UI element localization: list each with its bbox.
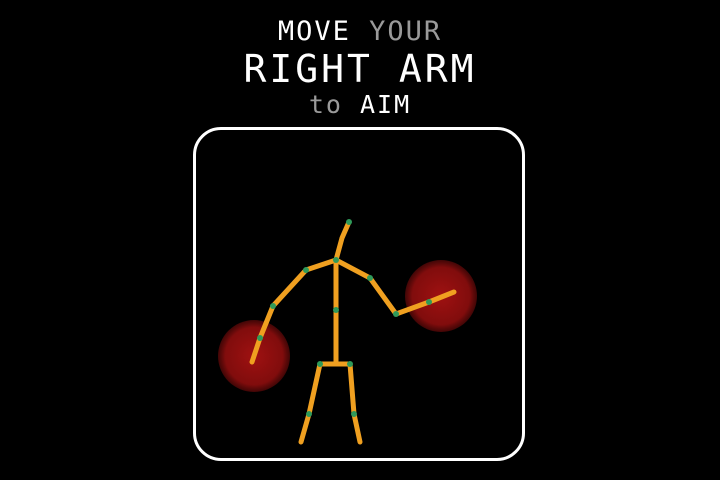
right-leg-bone xyxy=(347,361,363,445)
instruction-aim: AIM xyxy=(360,90,412,119)
neck-joint xyxy=(333,257,339,263)
skeleton-preview-panel xyxy=(193,127,525,461)
instruction-move: MOVE xyxy=(277,16,351,47)
instruction-line-2: RIGHT ARM xyxy=(0,50,720,88)
right-shoulder-joint xyxy=(367,275,373,281)
left-leg-bone xyxy=(298,361,323,445)
left-shoulder-joint xyxy=(303,267,309,273)
neck-bone xyxy=(333,219,352,263)
skeleton-joints xyxy=(257,219,432,417)
instruction-to: to xyxy=(308,90,343,119)
right-elbow-joint xyxy=(393,311,399,317)
right-wrist-joint xyxy=(426,299,432,305)
instruction-line-3: to AIM xyxy=(0,92,720,117)
left-knee-joint xyxy=(306,411,312,417)
right-hip-joint xyxy=(347,361,353,367)
instruction-line-1: MOVE YOUR xyxy=(0,18,720,45)
skeleton-preview-canvas xyxy=(218,219,477,445)
right-knee-joint xyxy=(351,411,357,417)
left-elbow-joint xyxy=(270,303,276,309)
instruction-right-arm: RIGHT ARM xyxy=(243,47,477,91)
head-joint xyxy=(346,219,352,225)
stick-figure-skeleton-icon xyxy=(249,219,457,445)
spine-joint xyxy=(333,307,339,313)
instruction-your: YOUR xyxy=(369,16,443,47)
left-wrist-joint xyxy=(257,335,263,341)
left-hip-joint xyxy=(317,361,323,367)
